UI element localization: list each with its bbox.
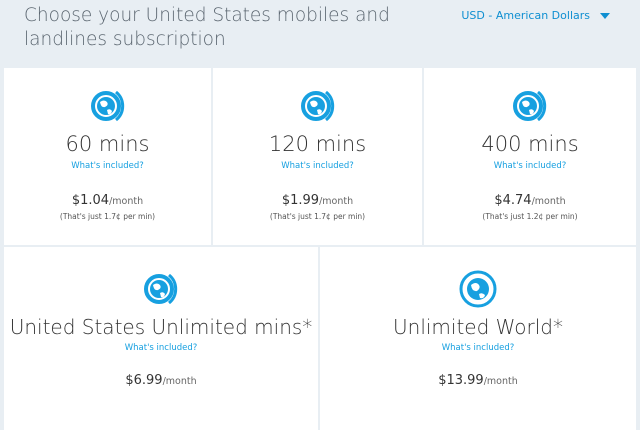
whats-included-link[interactable]: What's included? [424,161,636,171]
plan-card-400[interactable]: 400 mins What's included? $4.74/month (T… [424,68,636,245]
globe-icon [144,273,178,305]
whats-included-link[interactable]: What's included? [4,343,318,353]
page-title: Choose your United States mobiles and la… [24,5,390,50]
plan-minutes: 120 mins [268,132,367,156]
price-value: $1.99 [281,193,320,208]
whats-included-link[interactable]: What's included? [4,161,211,171]
plan-price: $1.99/month [213,193,422,208]
plan-card-60[interactable]: 60 mins What's included? $1.04/month (Th… [4,68,211,245]
plan-card-us-unlimited[interactable]: United States Unlimited mins* What's inc… [4,247,318,430]
plan-minutes: 400 mins [481,132,579,156]
price-value: $1.04 [71,193,110,208]
price-period: /month [162,376,197,387]
plan-minutes: United States Unlimited mins* [9,315,313,339]
per-min-note: (That's just 1.7¢ per min) [269,212,366,221]
plan-minutes: Unlimited World* [393,315,563,339]
currency-label: USD - American Dollars [461,9,590,22]
price-value: $13.99 [438,373,484,388]
plan-price: $6.99/month [4,373,318,388]
whats-included-link[interactable]: What's included? [213,161,422,171]
plan-card-unlimited-world[interactable]: Unlimited World* What's included? $13.99… [320,247,636,430]
price-value: $6.99 [125,373,163,388]
per-min-note: (That's just 1.2¢ per min) [482,212,578,221]
plans-grid: 60 mins What's included? $1.04/month (Th… [4,68,640,430]
chevron-down-icon [600,12,610,19]
plan-card-120[interactable]: 120 mins What's included? $1.99/month (T… [213,68,422,245]
price-period: /month [319,196,354,207]
whats-included-link[interactable]: What's included? [320,343,636,353]
globe-icon [459,270,497,308]
per-min-note: (That's just 1.7¢ per min) [59,212,156,221]
price-value: $4.74 [494,193,532,208]
page-header: Choose your United States mobiles and la… [0,0,640,68]
plan-minutes: 60 mins [65,132,150,156]
plan-price: $1.04/month [4,193,211,208]
price-period: /month [483,376,518,387]
plan-price: $13.99/month [320,373,636,388]
globe-icon [300,90,334,122]
currency-selector[interactable]: USD - American Dollars [461,9,610,22]
globe-icon [90,90,124,122]
globe-icon [513,90,547,122]
price-period: /month [531,196,566,207]
price-period: /month [109,196,144,207]
plan-price: $4.74/month [424,193,636,208]
